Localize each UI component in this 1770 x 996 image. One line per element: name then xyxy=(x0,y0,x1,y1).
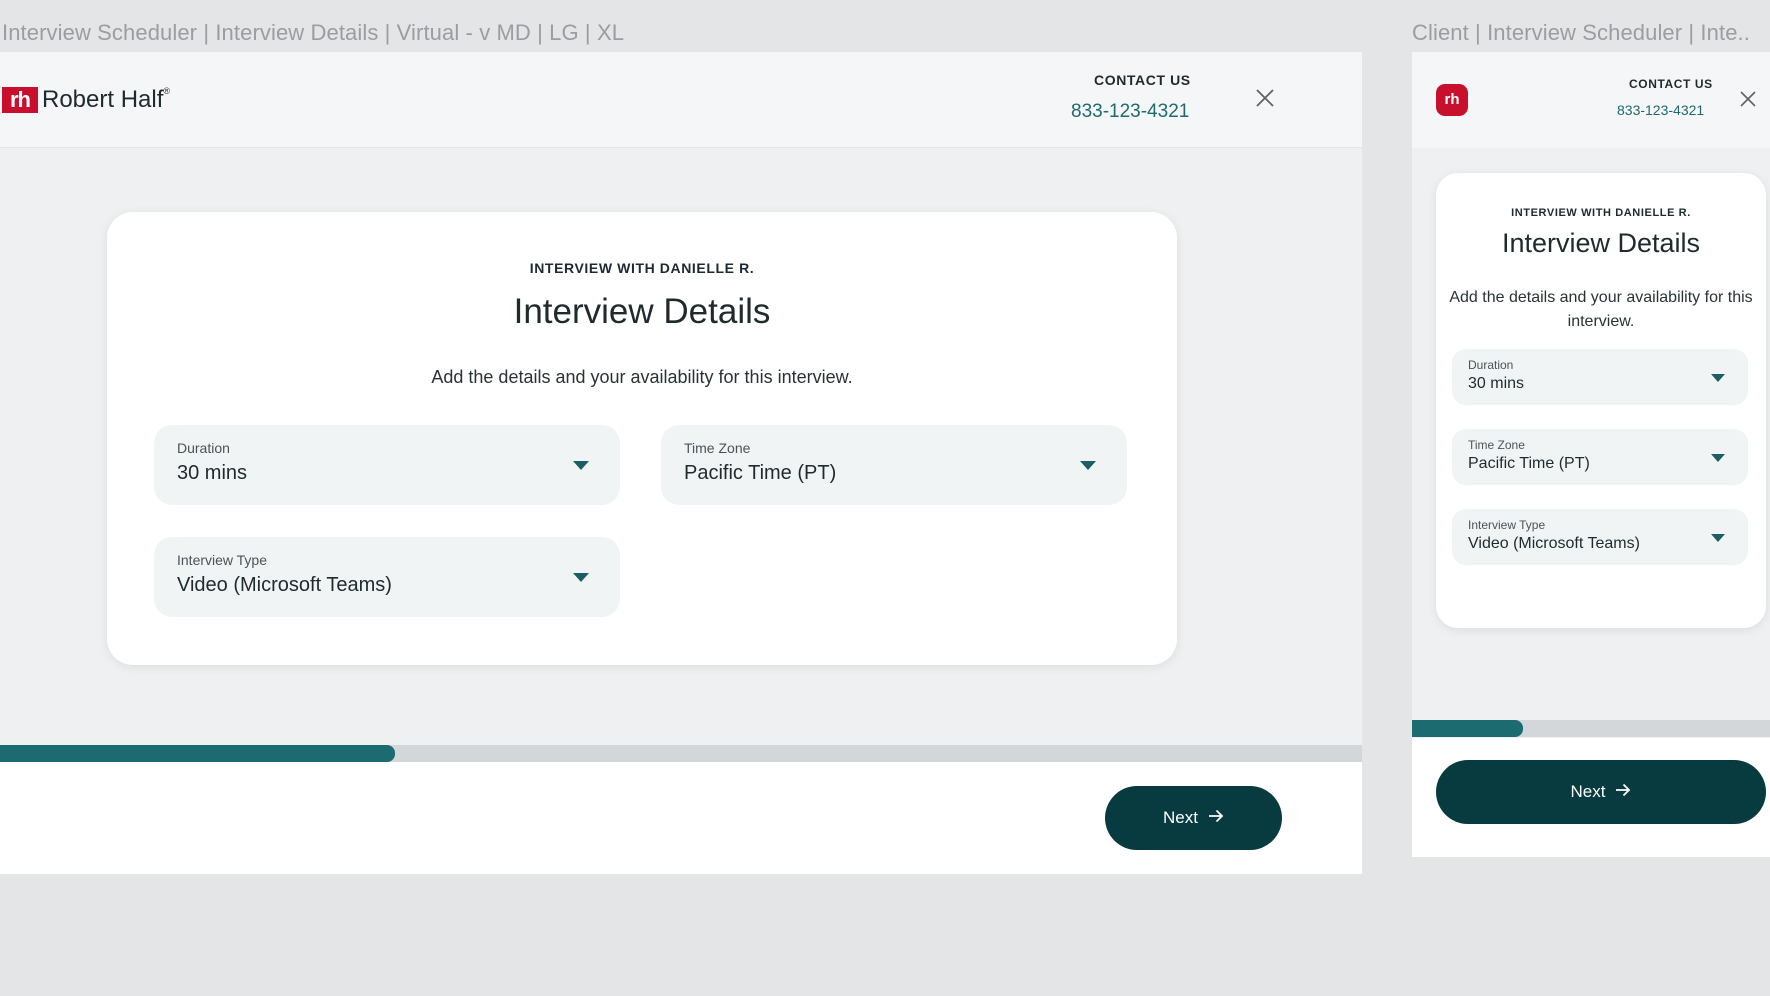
next-button[interactable]: Next xyxy=(1436,760,1766,824)
progress-fill xyxy=(0,745,395,762)
chevron-down-icon xyxy=(573,573,589,582)
registered-mark: ® xyxy=(163,86,171,96)
card-description: Add the details and your availability fo… xyxy=(1449,289,1753,330)
frame-small: rh CONTACT US 833-123-4321 INTERVIEW WIT… xyxy=(1412,52,1770,857)
time-zone-select[interactable]: Time Zone Pacific Time (PT) xyxy=(1452,429,1748,485)
chevron-down-icon xyxy=(1711,534,1725,542)
next-button[interactable]: Next xyxy=(1105,786,1282,850)
page-title: Interview Details xyxy=(513,292,771,331)
interview-details-card: INTERVIEW WITH DANIELLE R. Interview Det… xyxy=(1436,173,1766,628)
frame-large: rh Robert Half® CONTACT US 833-123-4321 … xyxy=(0,52,1362,874)
arrow-right-icon xyxy=(1208,808,1224,828)
next-button-label: Next xyxy=(1570,782,1606,801)
arrow-right-icon xyxy=(1615,782,1631,802)
frame-title-small: Client | Interview Scheduler | Inte.. xyxy=(1412,20,1750,45)
footer: Next xyxy=(1412,738,1770,857)
duration-select[interactable]: Duration 30 mins xyxy=(154,425,620,505)
brand-name: Robert Half xyxy=(42,86,164,113)
frame-title-large: Interview Scheduler | Interview Details … xyxy=(2,20,625,45)
footer: Next xyxy=(0,762,1362,874)
duration-label: Duration xyxy=(177,440,230,456)
chevron-down-icon xyxy=(1711,454,1725,462)
interview-type-label: Interview Type xyxy=(1468,518,1546,532)
contact-phone-link[interactable]: 833-123-4321 xyxy=(1617,102,1704,118)
logo-mark: rh xyxy=(2,87,38,113)
duration-value: 30 mins xyxy=(1468,375,1525,392)
contact-phone-link[interactable]: 833-123-4321 xyxy=(1071,101,1189,123)
brand-logo-compact[interactable]: rh xyxy=(1436,84,1468,116)
progress-fill xyxy=(1412,720,1523,737)
time-zone-label: Time Zone xyxy=(684,440,751,456)
progress-bar xyxy=(0,745,1362,762)
time-zone-label: Time Zone xyxy=(1468,438,1525,452)
interview-type-select[interactable]: Interview Type Video (Microsoft Teams) xyxy=(154,537,620,617)
duration-select[interactable]: Duration 30 mins xyxy=(1452,349,1748,405)
contact-label: CONTACT US xyxy=(1094,72,1191,88)
interview-type-label: Interview Type xyxy=(177,552,268,568)
duration-value: 30 mins xyxy=(177,462,248,484)
page-title: Interview Details xyxy=(1501,228,1701,258)
progress-bar xyxy=(1412,720,1770,737)
next-button-label: Next xyxy=(1163,808,1198,827)
interview-type-select[interactable]: Interview Type Video (Microsoft Teams) xyxy=(1452,509,1748,565)
chevron-down-icon xyxy=(1711,374,1725,382)
interview-type-value: Video (Microsoft Teams) xyxy=(177,574,392,596)
time-zone-value: Pacific Time (PT) xyxy=(1468,455,1590,472)
time-zone-select[interactable]: Time Zone Pacific Time (PT) xyxy=(661,425,1127,505)
header-compact: rh CONTACT US 833-123-4321 xyxy=(1412,52,1770,148)
chevron-down-icon xyxy=(573,461,589,470)
chevron-down-icon xyxy=(1080,461,1096,470)
interview-type-value: Video (Microsoft Teams) xyxy=(1468,535,1640,552)
contact-label: CONTACT US xyxy=(1629,77,1713,91)
interview-details-card: INTERVIEW WITH DANIELLE R. Interview Det… xyxy=(107,212,1177,665)
duration-label: Duration xyxy=(1468,358,1514,372)
card-eyebrow: INTERVIEW WITH DANIELLE R. xyxy=(529,260,755,276)
brand-logo[interactable]: rh Robert Half® xyxy=(2,86,170,114)
time-zone-value: Pacific Time (PT) xyxy=(684,462,837,484)
close-icon[interactable] xyxy=(1739,90,1757,112)
card-eyebrow: INTERVIEW WITH DANIELLE R. xyxy=(1511,207,1691,219)
card-description: Add the details and your availability fo… xyxy=(431,367,853,387)
close-icon[interactable] xyxy=(1255,88,1275,112)
logo-wordmark: Robert Half® xyxy=(42,86,170,114)
header: rh Robert Half® CONTACT US 833-123-4321 xyxy=(0,52,1362,148)
